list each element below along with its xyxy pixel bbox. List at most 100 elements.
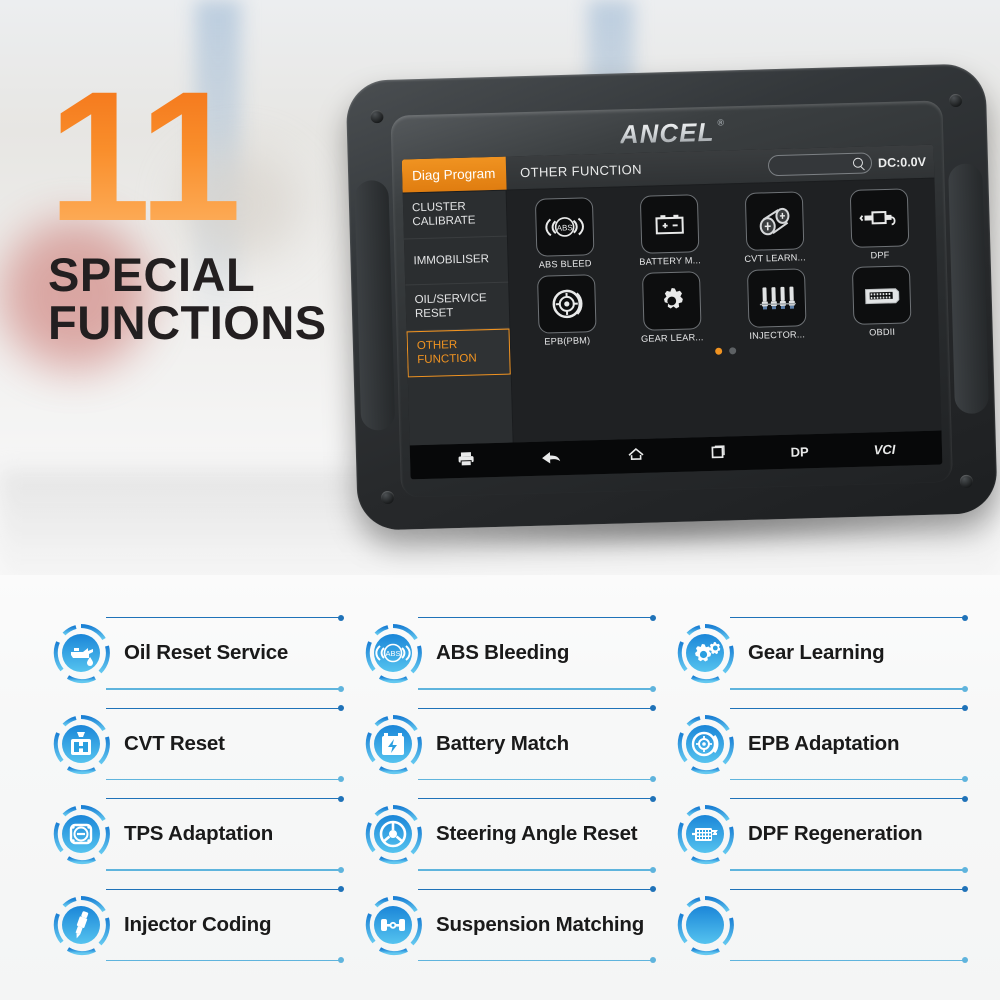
sidebar-item-immobiliser[interactable]: IMMOBILISER	[403, 236, 509, 286]
headline-block: 11 SPECIAL FUNCTIONS	[48, 64, 378, 350]
connector-line-top	[418, 794, 656, 803]
connector-line-top	[418, 885, 656, 894]
feature-item-steering-angle-reset[interactable]: Steering Angle Reset	[362, 789, 674, 880]
pagination-dot-active[interactable]	[714, 347, 722, 355]
ancel-logo-text: ANCEL	[619, 116, 715, 149]
connector-line-bottom	[730, 956, 968, 965]
home-icon[interactable]	[626, 446, 645, 466]
function-tile-battery-match[interactable]: BATTERY M...	[620, 194, 719, 268]
feature-label: EPB Adaptation	[748, 731, 900, 755]
function-tile-dpf[interactable]: DPF	[830, 188, 929, 262]
function-tile-label: CVT LEARN...	[744, 252, 806, 264]
nav-vci-button[interactable]: VCI	[874, 441, 896, 457]
search-input[interactable]	[767, 152, 873, 177]
feature-label: Gear Learning	[748, 641, 885, 665]
feature-item-cvt-reset[interactable]: CVT Reset	[50, 699, 362, 790]
feature-item-battery-match[interactable]: Battery Match	[362, 699, 674, 790]
function-tile-abs-bleed[interactable]: ABS ABS BLEED	[515, 197, 614, 271]
function-tile-cvt-learn[interactable]: CVT LEARN...	[725, 191, 824, 265]
function-tile-injector[interactable]: INJECTOR...	[727, 268, 826, 342]
gears-icon	[674, 622, 736, 684]
feature-label: DPF Regeneration	[748, 822, 923, 846]
headline-number: 11	[48, 64, 378, 249]
tablet-grip-right	[948, 163, 990, 415]
screen-body: CLUSTER CALIBRATE IMMOBILISER OIL/SERVIC…	[402, 178, 942, 446]
connector-line-top	[106, 885, 344, 894]
headline-line-1: SPECIAL	[48, 248, 256, 302]
connector-line-top	[106, 794, 344, 803]
connector-line-bottom	[418, 865, 656, 874]
function-tile-epb-pbm[interactable]: EPB(PBM)	[517, 274, 616, 348]
feature-item-tps-adaptation[interactable]: TPS Adaptation	[50, 789, 362, 880]
injector-icon	[746, 268, 807, 328]
brake-disc-icon	[536, 274, 597, 334]
connector-line-bottom	[730, 684, 968, 693]
headline-line-2: FUNCTIONS	[48, 296, 327, 350]
feature-item-injector-coding[interactable]: Injector Coding	[50, 880, 362, 971]
function-tile-label: EPB(PBM)	[544, 335, 591, 347]
sidebar-item-other-function[interactable]: OTHER FUNCTION	[406, 328, 511, 378]
brake-disc-icon	[674, 713, 736, 775]
empty-circle-icon	[674, 894, 736, 956]
feature-item-epb-adaptation[interactable]: EPB Adaptation	[674, 699, 986, 790]
gear-icon	[641, 271, 702, 331]
feature-label: Suspension Matching	[436, 912, 645, 936]
feature-label: ABS Bleeding	[436, 641, 570, 665]
print-icon[interactable]	[456, 450, 475, 471]
connector-line-bottom	[106, 865, 344, 874]
throttle-body-icon	[50, 803, 112, 865]
connector-line-top	[730, 794, 968, 803]
feature-label: Injector Coding	[124, 912, 272, 936]
abs-icon: ABS	[362, 622, 424, 684]
function-tile-obdii[interactable]: OBDII	[832, 265, 931, 339]
function-tile-label: ABS BLEED	[538, 258, 592, 270]
svg-text:ABS: ABS	[556, 223, 572, 232]
feature-item-suspension-matching[interactable]: Suspension Matching	[362, 880, 674, 971]
search-icon	[853, 158, 864, 169]
function-tile-label: GEAR LEAR...	[640, 332, 704, 344]
connector-line-bottom	[730, 775, 968, 784]
ancel-logo: ANCEL ®	[619, 116, 725, 150]
registered-mark-icon: ®	[717, 116, 726, 128]
back-arrow-icon[interactable]	[539, 448, 562, 470]
tablet-screw	[959, 474, 974, 489]
function-tile-label: INJECTOR...	[749, 329, 806, 341]
voltage-readout: DC:0.0V	[877, 154, 927, 170]
feature-label: Oil Reset Service	[124, 641, 289, 665]
tab-diag-program-label: Diag Program	[411, 165, 496, 184]
function-tile-label: BATTERY M...	[639, 255, 702, 267]
connector-line-top	[106, 704, 344, 713]
connector-line-bottom	[418, 956, 656, 965]
recent-apps-icon[interactable]	[709, 443, 726, 464]
abs-icon: ABS	[534, 197, 594, 257]
feature-item-abs-bleeding[interactable]: ABS ABS Bleeding	[362, 608, 674, 699]
suspension-axle-icon	[362, 894, 424, 956]
feature-item-oil-reset-service[interactable]: Oil Reset Service	[50, 608, 362, 699]
connector-line-bottom	[730, 865, 968, 874]
feature-label: CVT Reset	[124, 731, 225, 755]
connector-line-top	[730, 704, 968, 713]
sidebar-item-cluster-calibrate[interactable]: CLUSTER CALIBRATE	[402, 190, 507, 240]
tab-diag-program[interactable]: Diag Program	[401, 156, 507, 193]
tablet-screw	[949, 93, 963, 108]
steering-wheel-icon	[362, 803, 424, 865]
feature-connector-lines	[730, 880, 968, 971]
pagination-dot[interactable]	[728, 347, 736, 355]
tablet-body: ANCEL ® Diag Program OTHER FUNCTION DC:0…	[345, 63, 998, 531]
feature-label: TPS Adaptation	[124, 822, 274, 846]
function-tile-gear-learn[interactable]: GEAR LEAR...	[622, 271, 721, 345]
dpf-filter-icon	[849, 188, 909, 248]
function-tile-label: DPF	[870, 249, 890, 261]
feature-item-dpf-regeneration[interactable]: DPF Regeneration	[674, 789, 986, 880]
injector-icon	[50, 894, 112, 956]
function-grid-area: ABS ABS BLEED BATTERY M... CVT LEARN... …	[506, 178, 942, 443]
nav-dp-button[interactable]: DP	[790, 444, 808, 459]
feature-label: Battery Match	[436, 731, 569, 755]
connector-line-top	[730, 885, 968, 894]
sidebar-item-oil-service-reset[interactable]: OIL/SERVICE RESET	[405, 282, 510, 332]
diagnostic-tablet: ANCEL ® Diag Program OTHER FUNCTION DC:0…	[345, 63, 998, 557]
function-tile-label: OBDII	[869, 326, 896, 338]
connector-line-top	[730, 613, 968, 622]
feature-item-gear-learning[interactable]: Gear Learning	[674, 608, 986, 699]
tablet-screw	[380, 490, 395, 505]
